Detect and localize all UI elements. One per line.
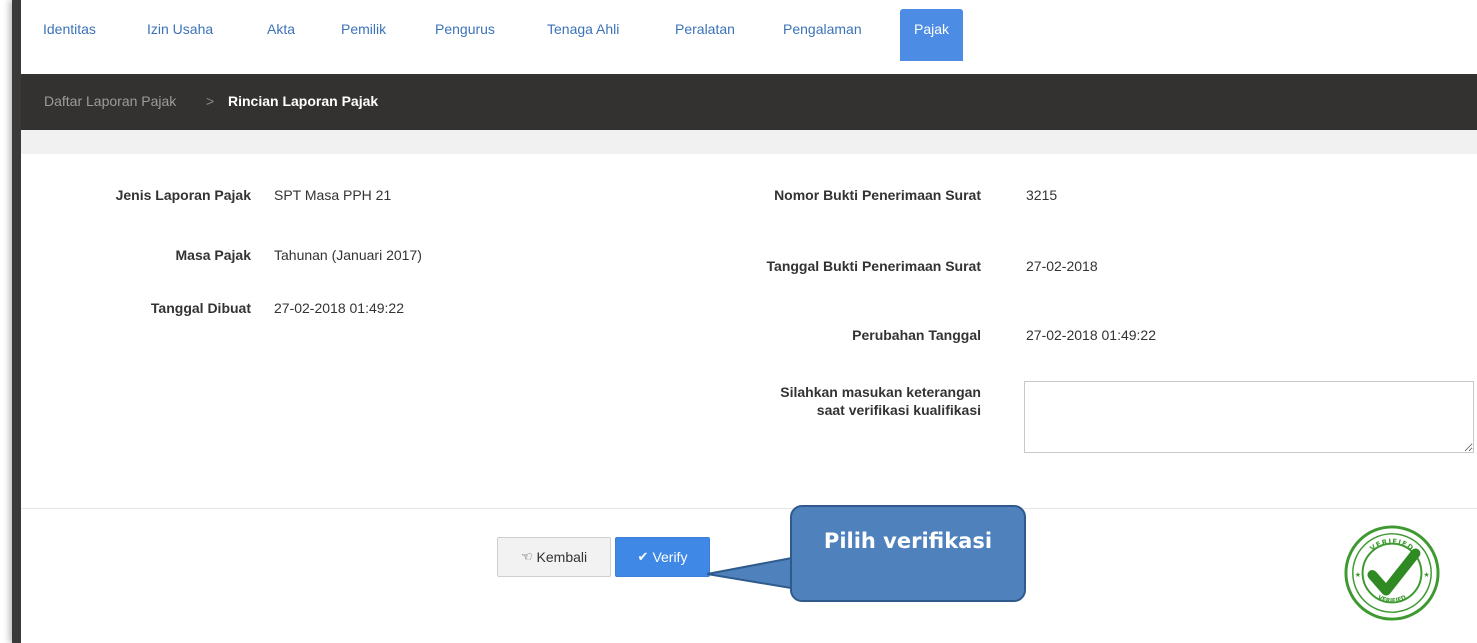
back-button[interactable]: ☜ Kembali — [497, 537, 611, 577]
callout-box: Pilih verifikasi — [790, 505, 1026, 602]
tab-pengalaman[interactable]: Pengalaman — [783, 21, 862, 37]
tab-bar: Identitas Izin Usaha Akta Pemilik Pengur… — [21, 0, 1477, 61]
breadcrumb-parent-link[interactable]: Daftar Laporan Pajak — [44, 93, 176, 109]
value-tanggal-bukti-penerimaan-surat: 27-02-2018 — [1026, 258, 1098, 274]
value-masa-pajak: Tahunan (Januari 2017) — [274, 247, 422, 263]
tab-peralatan[interactable]: Peralatan — [675, 21, 735, 37]
divider — [21, 508, 1477, 509]
label-tanggal-dibuat: Tanggal Dibuat — [150, 300, 251, 316]
value-nomor-bukti-penerimaan-surat: 3215 — [1026, 187, 1058, 203]
hand-pointing-left-icon: ☜ — [520, 549, 533, 564]
tab-akta[interactable]: Akta — [267, 21, 295, 37]
value-tanggal-dibuat: 27-02-2018 01:49:22 — [274, 300, 404, 316]
value-jenis-laporan-pajak: SPT Masa PPH 21 — [274, 187, 392, 203]
label-nomor-bukti-penerimaan-surat: Nomor Bukti Penerimaan Surat — [774, 187, 981, 203]
breadcrumb-current: Rincian Laporan Pajak — [228, 93, 379, 109]
value-perubahan-tanggal: 27-02-2018 01:49:22 — [1026, 327, 1156, 343]
section-band — [21, 130, 1477, 154]
callout-text: Pilih verifikasi — [823, 529, 993, 553]
keterangan-verifikasi-input[interactable] — [1024, 381, 1474, 453]
verify-button[interactable]: ✔ Verify — [615, 537, 710, 577]
back-button-label: Kembali — [536, 549, 588, 565]
label-tanggal-bukti-penerimaan-surat: Tanggal Bukti Penerimaan Surat — [766, 258, 981, 274]
app-frame: Identitas Izin Usaha Akta Pemilik Pengur… — [12, 0, 1477, 643]
label-keterangan-verifikasi: Silahkan masukan keterangan saat verifik… — [780, 384, 981, 418]
label-masa-pajak: Masa Pajak — [175, 247, 252, 263]
tab-tenaga-ahli[interactable]: Tenaga Ahli — [547, 21, 619, 37]
tab-pemilik[interactable]: Pemilik — [341, 21, 386, 37]
svg-text:★: ★ — [1355, 571, 1361, 579]
tab-izin-usaha[interactable]: Izin Usaha — [147, 21, 213, 37]
breadcrumb: Daftar Laporan Pajak > Rincian Laporan P… — [21, 74, 1477, 130]
breadcrumb-separator: > — [206, 93, 215, 109]
label-jenis-laporan-pajak: Jenis Laporan Pajak — [115, 187, 251, 203]
tab-identitas[interactable]: Identitas — [43, 21, 96, 37]
label-perubahan-tanggal: Perubahan Tanggal — [852, 327, 981, 343]
verified-stamp-icon: VERIFIED VERIFIED ★ ★ — [1344, 525, 1440, 621]
tab-pajak[interactable]: Pajak — [900, 9, 964, 61]
checkmark-icon: ✔ — [637, 549, 649, 564]
callout-pointer — [707, 555, 797, 591]
svg-text:★: ★ — [1423, 571, 1429, 579]
tab-pengurus[interactable]: Pengurus — [435, 21, 495, 37]
verify-button-label: Verify — [652, 549, 688, 565]
